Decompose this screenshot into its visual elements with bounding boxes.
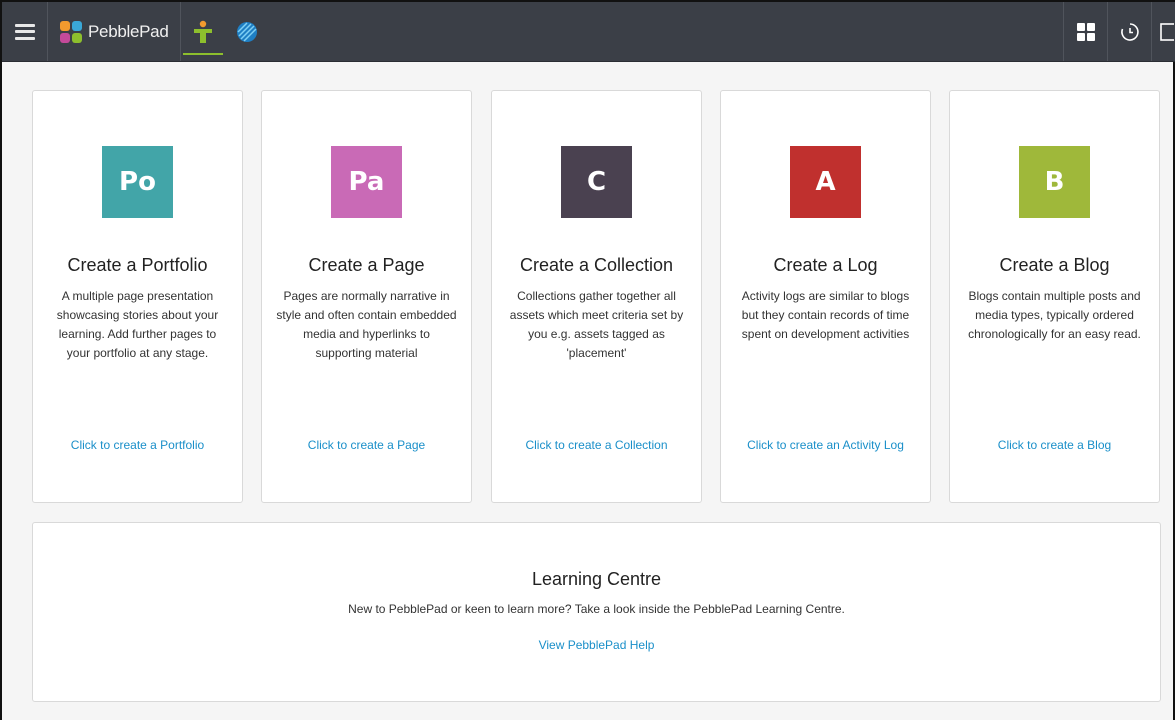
pebblepad-logo: [60, 20, 82, 43]
card-title: Create a Page: [308, 255, 425, 275]
card-title: Create a Collection: [519, 255, 674, 275]
menu-button[interactable]: [2, 2, 48, 61]
history-icon: [1120, 22, 1139, 41]
dashboard-button[interactable]: [1063, 2, 1107, 61]
view-help-link[interactable]: View PebblePad Help: [33, 638, 1160, 652]
create-blog-link[interactable]: Click to create a Blog: [950, 438, 1159, 452]
brand-name: PebblePad: [88, 21, 169, 41]
learning-centre-panel: Learning Centre New to PebblePad or keen…: [32, 522, 1161, 702]
brand-home-button[interactable]: PebblePad: [48, 2, 182, 61]
create-collection-link[interactable]: Click to create a Collection: [492, 438, 701, 452]
tab-resources[interactable]: [181, 2, 225, 61]
card-portfolio: Po Create a Portfolio A multiple page pr…: [32, 90, 243, 503]
dashboard-grid-icon: [1076, 22, 1095, 41]
create-cards: Po Create a Portfolio A multiple page pr…: [32, 90, 1162, 503]
create-activity-log-link[interactable]: Click to create an Activity Log: [721, 438, 930, 452]
card-blog: B Create a Blog Blogs contain multiple p…: [949, 90, 1160, 503]
card-title: Create a Blog: [999, 255, 1110, 275]
card-collection: C Create a Collection Collections gather…: [491, 90, 702, 503]
learning-centre-description: New to PebblePad or keen to learn more? …: [348, 602, 845, 616]
learning-centre-title: Learning Centre: [531, 569, 662, 589]
person-icon: [194, 20, 213, 43]
collection-tile-icon: C: [561, 146, 632, 218]
panel-icon: [1160, 22, 1174, 41]
log-tile-icon: A: [790, 146, 861, 218]
card-description: Pages are normally narrative in style an…: [276, 289, 457, 360]
more-button[interactable]: [1151, 2, 1175, 61]
card-page: Pa Create a Page Pages are normally narr…: [261, 90, 472, 503]
page-tile-icon: Pa: [331, 146, 402, 218]
card-description: Collections gather together all assets w…: [509, 289, 684, 360]
blog-tile-icon: B: [1019, 146, 1090, 218]
create-portfolio-link[interactable]: Click to create a Portfolio: [33, 438, 242, 452]
card-title: Create a Portfolio: [67, 255, 208, 275]
card-description: Blogs contain multiple posts and media t…: [968, 289, 1141, 341]
top-bar: PebblePad: [2, 2, 1175, 62]
card-description: Activity logs are similar to blogs but t…: [741, 289, 910, 341]
history-button[interactable]: [1107, 2, 1151, 61]
card-log: A Create a Log Activity logs are similar…: [720, 90, 931, 503]
portfolio-tile-icon: Po: [102, 146, 173, 218]
menu-icon: [14, 23, 35, 40]
tab-atlas[interactable]: [225, 2, 269, 61]
card-description: A multiple page presentation showcasing …: [56, 289, 219, 360]
card-title: Create a Log: [773, 255, 878, 275]
create-page-link[interactable]: Click to create a Page: [262, 438, 471, 452]
globe-icon: [237, 21, 258, 42]
